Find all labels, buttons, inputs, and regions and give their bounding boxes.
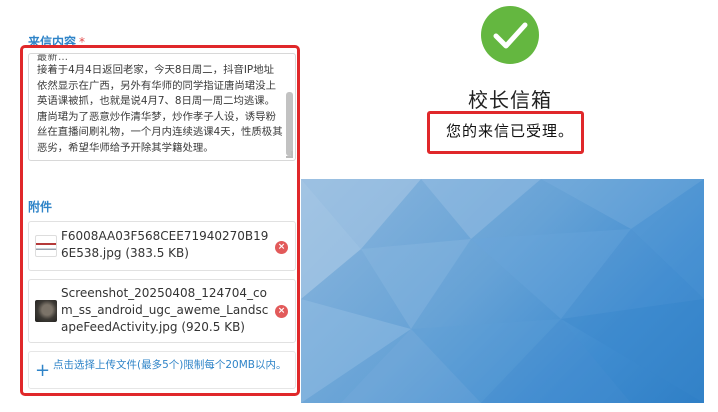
page-title: 校长信箱 (468, 88, 552, 112)
highlight-frame-form (20, 45, 300, 396)
status-message: 您的来信已受理。 (446, 122, 575, 140)
decorative-banner (301, 179, 704, 403)
check-circle-icon (481, 6, 539, 64)
letter-form-panel: 来信内容 * 最新… 接着于4月4日返回老家，今天8日周二，抖音IP地址依然显示在… (0, 0, 302, 412)
